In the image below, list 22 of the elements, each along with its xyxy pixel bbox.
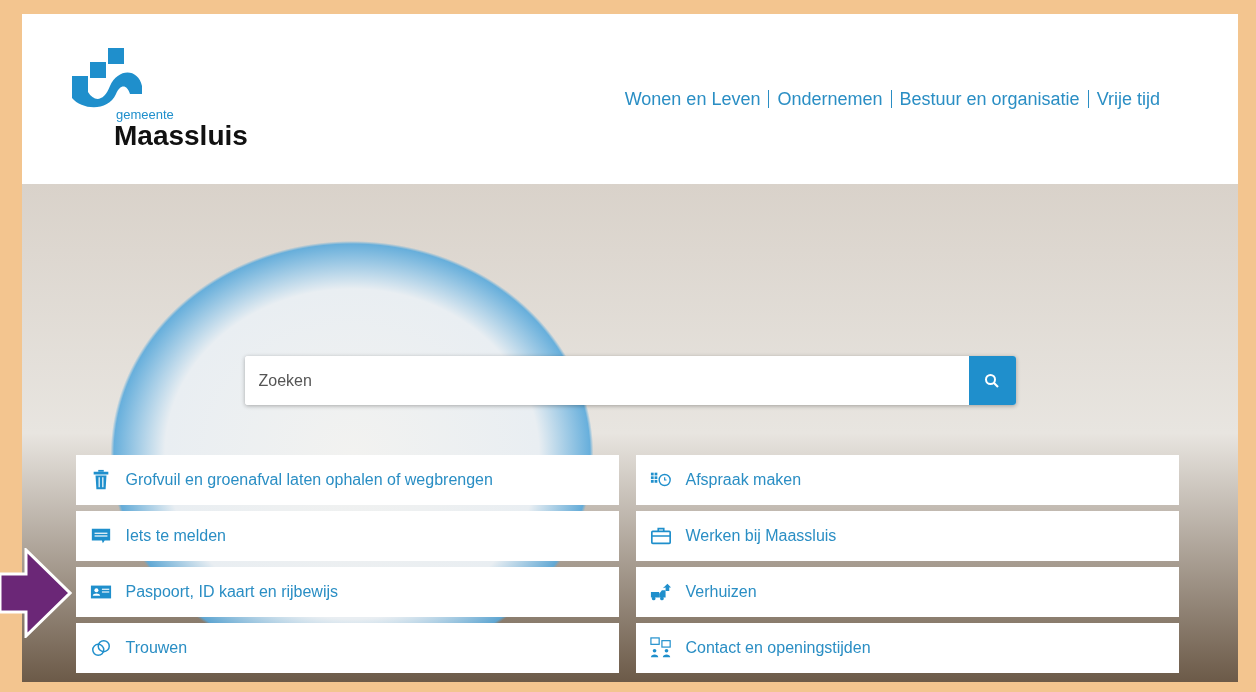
people-chat-icon [649, 637, 672, 659]
logo-drawing [72, 47, 144, 110]
quick-link-tile[interactable]: Paspoort, ID kaart en rijbewijs [75, 567, 619, 617]
moving-truck-icon [649, 581, 672, 603]
search-button[interactable] [968, 356, 1016, 405]
logo-subtitle: gemeente [116, 107, 174, 121]
quick-link-tile[interactable]: Werken bij Maassluis [635, 511, 1179, 561]
quick-link-tile[interactable]: Contact en openingstijden [635, 623, 1179, 673]
quick-link-tile[interactable]: Grofvuil en groenafval laten ophalen of wegbrengen [75, 455, 619, 505]
quick-link-tile[interactable]: Afspraak maken [635, 455, 1179, 505]
search-icon [984, 372, 1000, 389]
nav-link[interactable]: Vrije tijd [1087, 90, 1168, 108]
nav-link[interactable]: Bestuur en organisatie [890, 90, 1088, 108]
quick-link-tile[interactable]: Trouwen [75, 623, 619, 673]
nav-link[interactable]: Wonen en Leven [616, 90, 769, 108]
search-field[interactable]: Zoeken [244, 356, 1016, 405]
quick-link-tile[interactable]: Verhuizen [635, 567, 1179, 617]
rings-icon [89, 637, 112, 659]
briefcase-icon [649, 525, 672, 547]
quick-link-tile[interactable]: Iets te melden [75, 511, 619, 561]
nav-link[interactable]: Ondernemen [768, 90, 891, 108]
arrow-icon [0, 548, 72, 638]
